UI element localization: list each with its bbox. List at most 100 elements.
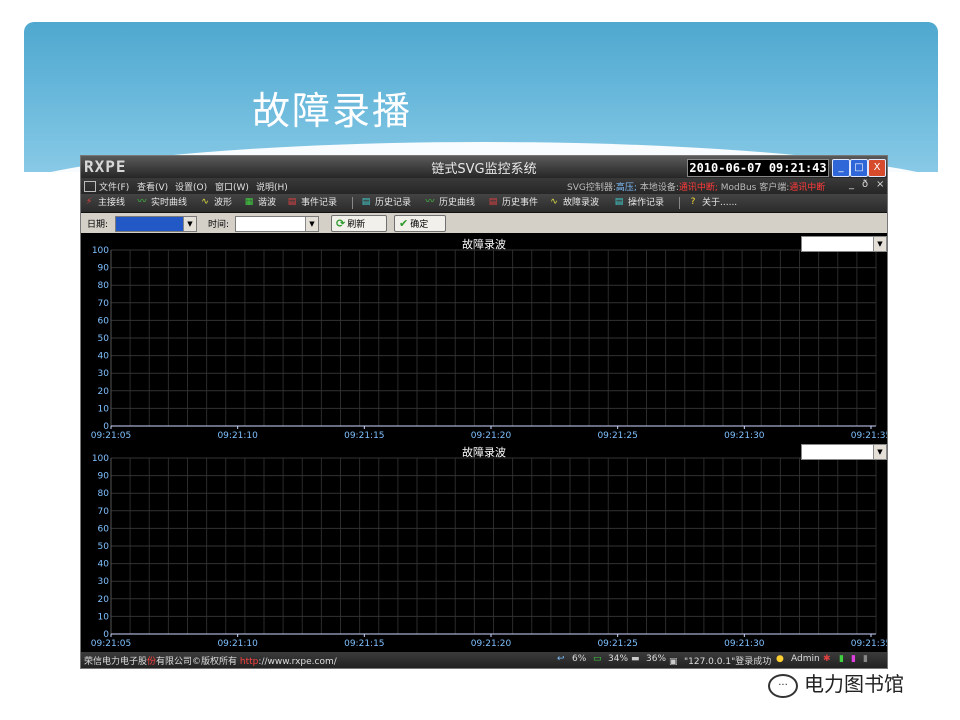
chat-bubble-icon: ··· xyxy=(768,673,798,698)
y-tick-label: 50 xyxy=(98,334,110,344)
y-tick-label: 60 xyxy=(98,524,110,534)
tool-history-curve-label: 历史曲线 xyxy=(439,198,476,208)
confirm-button[interactable]: ✔ 确定 xyxy=(394,215,446,232)
memory-value: 34% xyxy=(608,654,629,664)
mdi-restore-button[interactable]: ð xyxy=(862,179,868,190)
date-select[interactable]: ▼ xyxy=(115,216,197,232)
panel-title: 故障录波 xyxy=(462,446,506,459)
tool-realtime-curve-label: 实时曲线 xyxy=(151,198,188,208)
y-tick-label: 10 xyxy=(98,612,110,622)
local-device-value: 通讯中断; xyxy=(678,183,718,193)
menu-help[interactable]: 说明(H) xyxy=(256,180,288,193)
tool-event-log[interactable]: ▤ 事件记录 xyxy=(286,196,337,210)
history-record-icon: ▤ xyxy=(361,197,371,207)
x-tick-label: 09:21:10 xyxy=(217,431,258,441)
memory-usage: ▭ 34% xyxy=(593,654,628,664)
tool-about[interactable]: ? 关于...... xyxy=(687,196,738,210)
chevron-down-icon[interactable]: ▼ xyxy=(873,237,886,251)
menu-file[interactable]: 文件(F) xyxy=(99,180,129,193)
user-value: Admin xyxy=(791,654,820,664)
url-rest[interactable]: ://www.rxpe.com/ xyxy=(258,657,336,667)
tool-history-curve[interactable]: 〰历史曲线 xyxy=(424,196,475,210)
disk-icon: ▬ xyxy=(631,654,640,664)
y-tick-label: 30 xyxy=(98,577,110,587)
menu-view[interactable]: 查看(V) xyxy=(137,180,168,193)
refresh-button[interactable]: ⟳ 刷新 xyxy=(331,215,387,232)
filter-bar: 日期: ▼ 时间: ▼ ⟳ 刷新 ✔ 确定 xyxy=(81,213,887,233)
watermark: ··· 电力图书馆 xyxy=(768,668,904,698)
menu-settings[interactable]: 设置(O) xyxy=(175,180,207,193)
tool-about-label: 关于...... xyxy=(702,198,738,208)
company-name-rest: 有限公司©版权所有 xyxy=(156,657,238,667)
mdi-close-button[interactable]: × xyxy=(876,179,884,190)
tool-waveform-label: 波形 xyxy=(214,198,233,208)
menu-bar: 文件(F) 查看(V) 设置(O) 窗口(W) 说明(H) SVG控制器:高压;… xyxy=(81,178,887,194)
tool-realtime-curve[interactable]: 〰实时曲线 xyxy=(136,196,187,210)
x-tick-label: 09:21:25 xyxy=(597,639,637,649)
toolbar: ⚡ 主接线 〰实时曲线 ∿ 波形 ▦ 谐波 ▤ 事件记录 ▤ 历史记录 〰历史曲线 ▤ 历史… xyxy=(81,194,887,213)
fault-record-chart-2: 010203040506070809010009:21:05 09:21:10 09… xyxy=(91,454,887,649)
x-tick-label: 09:21:35 xyxy=(851,639,887,649)
tool-event-log-label: 事件记录 xyxy=(301,198,338,208)
tool-waveform[interactable]: ∿ 波形 xyxy=(199,196,232,210)
copyright-text: 荣信电力电子股份有限公司©版权所有 http://www.rxpe.com/ xyxy=(84,654,337,667)
chevron-down-icon[interactable]: ▼ xyxy=(305,217,318,231)
y-tick-label: 40 xyxy=(98,560,110,570)
cpu-usage: ↩ 6% xyxy=(557,654,586,664)
confirm-button-label: 确定 xyxy=(410,220,429,230)
x-tick-label: 09:21:20 xyxy=(471,431,512,441)
chevron-down-icon[interactable]: ▼ xyxy=(183,217,196,231)
tool-wiring[interactable]: ⚡ 主接线 xyxy=(83,196,125,210)
fault-record-panel-1: 0 10 20 30 40 50 60 70 80 90 100 09:21:05 09:21:10 09… xyxy=(81,234,887,442)
chevron-down-icon[interactable]: ▼ xyxy=(873,445,886,459)
network-icon: ▣ xyxy=(669,657,678,667)
time-label: 时间: xyxy=(208,220,230,230)
disk-usage: ▬ 36% xyxy=(631,654,666,664)
x-tick-label: 09:21:15 xyxy=(344,431,384,441)
current-user: ● Admin xyxy=(776,654,820,664)
event-log-icon: ▤ xyxy=(287,197,297,207)
cpu-icon: ↩ xyxy=(557,654,565,664)
tool-wiring-label: 主接线 xyxy=(98,198,126,208)
tool-history-record[interactable]: ▤ 历史记录 xyxy=(360,196,411,210)
channel-select[interactable]: ▼ xyxy=(801,236,887,252)
slide-title: 故障录播 xyxy=(252,89,413,133)
realtime-curve-icon: 〰 xyxy=(137,197,147,207)
waveform-icon: ∿ xyxy=(201,197,209,207)
tool-history-event[interactable]: ▤ 历史事件 xyxy=(487,196,538,210)
refresh-button-label: 刷新 xyxy=(347,220,366,230)
x-tick-label: 09:21:20 xyxy=(471,639,512,649)
y-tick-label: 70 xyxy=(98,299,110,309)
signal-icon: ▮ xyxy=(839,654,844,664)
local-device-label: 本地设备: xyxy=(639,183,679,193)
mdi-minimize-button[interactable]: _ xyxy=(849,179,854,190)
date-label: 日期: xyxy=(87,220,109,230)
tool-fault-record[interactable]: ∿ 故障录波 xyxy=(548,196,599,210)
x-tick-label: 09:21:35 xyxy=(851,431,887,441)
tool-fault-record-label: 故障录波 xyxy=(563,198,600,208)
menu-window[interactable]: 窗口(W) xyxy=(215,180,249,193)
company-name-highlight: 份 xyxy=(147,657,157,667)
y-tick-label: 10 xyxy=(98,404,110,414)
time-select[interactable]: ▼ xyxy=(235,216,319,232)
tool-harmonic[interactable]: ▦ 谐波 xyxy=(243,196,276,210)
close-button[interactable]: X xyxy=(868,159,886,177)
title-bar: RXPE 链式SVG监控系统 2010-06-07 09:21:43 _ □ X xyxy=(81,156,887,178)
minimize-button[interactable]: _ xyxy=(832,159,850,177)
cpu-value: 6% xyxy=(572,654,587,664)
tool-operation-log[interactable]: ▤ 操作记录 xyxy=(613,196,664,210)
x-tick-label: 09:21:30 xyxy=(724,431,765,441)
status-bar: 荣信电力电子股份有限公司©版权所有 http://www.rxpe.com/ ↩… xyxy=(81,652,887,668)
y-tick-label: 80 xyxy=(98,281,110,291)
tool-history-record-label: 历史记录 xyxy=(375,198,412,208)
indicator-icon: ▮ xyxy=(851,654,856,664)
channel-select[interactable]: ▼ xyxy=(801,444,887,460)
modbus-client-value: 通讯中断 xyxy=(789,183,826,193)
history-event-icon: ▤ xyxy=(488,197,498,207)
maximize-button[interactable]: □ xyxy=(850,159,868,177)
y-tick-label: 90 xyxy=(98,264,110,274)
alarm-icon[interactable]: ✱ xyxy=(823,654,831,664)
tool-operation-log-label: 操作记录 xyxy=(628,198,665,208)
y-tick-label: 20 xyxy=(98,387,110,397)
fault-record-panel-2: 0 10 20 30 40 50 60 70 80 90 100 09:21:05 09:21:10 09… xyxy=(81,442,887,650)
